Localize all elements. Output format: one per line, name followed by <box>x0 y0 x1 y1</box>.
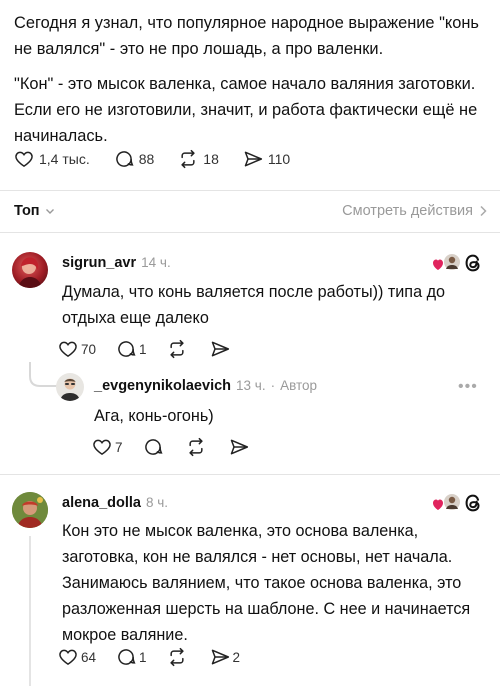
like-button[interactable]: 7 <box>92 437 123 457</box>
heart-icon <box>93 439 111 455</box>
like-count: 7 <box>115 439 123 455</box>
divider <box>0 232 500 233</box>
repost-icon <box>169 647 184 667</box>
repost-button[interactable]: 18 <box>178 149 219 169</box>
share-count: 2 <box>232 649 241 665</box>
comment-text: Кон это не мысок валенка, это основа вал… <box>62 522 471 644</box>
reply-button[interactable]: 1 <box>116 647 147 667</box>
reply-text: Ага, конь-огонь) <box>94 407 214 425</box>
reply-count: 1 <box>139 341 147 357</box>
liked-by-author-icon <box>433 254 460 270</box>
liked-by-author-icon <box>433 494 460 510</box>
post-paragraph-2: "Кон" - это мысок валенка, самое начало … <box>14 75 478 145</box>
sort-bar: Топ Смотреть действия <box>14 203 488 219</box>
like-button[interactable]: 1,4 тыс. <box>14 149 90 169</box>
comment-icon <box>115 151 134 167</box>
more-options-icon[interactable]: ••• <box>458 378 478 396</box>
sort-label: Топ <box>14 203 40 219</box>
avatar[interactable] <box>56 373 84 401</box>
heart-icon <box>59 341 77 357</box>
like-button[interactable]: 70 <box>58 339 96 359</box>
username[interactable]: alena_dolla <box>62 495 141 511</box>
comment-actions: 70 1 <box>58 339 253 359</box>
send-icon <box>211 341 229 357</box>
like-count: 64 <box>81 649 97 665</box>
repost-icon <box>169 339 184 359</box>
reply-button[interactable]: 1 <box>116 339 147 359</box>
comment-header: alena_dolla 8 ч. <box>62 495 168 511</box>
comment-text: Думала, что конь валяется после работы))… <box>62 283 446 327</box>
comment-button[interactable]: 88 <box>114 149 155 169</box>
share-button[interactable]: 2 <box>210 647 241 667</box>
comment-badges <box>432 252 484 274</box>
like-count: 70 <box>81 341 97 357</box>
comment-count: 88 <box>138 151 155 167</box>
threads-logo-icon[interactable] <box>462 252 484 274</box>
repost-button[interactable] <box>167 647 190 667</box>
send-icon <box>211 649 229 665</box>
chevron-down-icon <box>45 209 54 214</box>
thread-line <box>29 536 31 686</box>
comment-icon <box>118 649 136 665</box>
author-tag: Автор <box>280 378 318 393</box>
repost-icon <box>181 149 195 169</box>
username[interactable]: _evgenynikolaevich <box>94 378 231 394</box>
timestamp: 14 ч. <box>141 255 171 270</box>
reply-count: 1 <box>139 649 147 665</box>
chevron-right-icon <box>480 205 487 217</box>
avatar[interactable] <box>12 252 48 288</box>
repost-icon <box>188 437 203 457</box>
view-activity-link[interactable]: Смотреть действия <box>342 203 488 219</box>
sort-dropdown[interactable]: Топ <box>14 203 55 219</box>
reply-header: _evgenynikolaevich 13 ч. · Автор <box>94 378 317 394</box>
heart-icon <box>59 649 77 665</box>
comment-icon <box>118 341 136 357</box>
send-icon <box>230 439 248 455</box>
post-body: Сегодня я узнал, что популярное народное… <box>14 10 490 158</box>
separator-dot: · <box>270 378 276 393</box>
heart-icon <box>15 151 33 167</box>
like-button[interactable]: 64 <box>58 647 96 667</box>
divider <box>0 190 500 191</box>
username[interactable]: sigrun_avr <box>62 255 136 271</box>
post-paragraph-1: Сегодня я узнал, что популярное народное… <box>14 14 479 58</box>
avatar[interactable] <box>12 492 48 528</box>
timestamp: 8 ч. <box>145 495 169 510</box>
comment-icon <box>144 439 163 455</box>
repost-button[interactable] <box>167 339 190 359</box>
share-count: 110 <box>267 151 291 167</box>
share-button[interactable]: 110 <box>243 149 290 169</box>
repost-button[interactable] <box>186 437 209 457</box>
comment-actions: 64 1 2 <box>58 647 260 667</box>
divider <box>0 474 500 475</box>
reply-actions: 7 <box>92 437 272 457</box>
reply-button[interactable] <box>143 437 166 457</box>
timestamp: 13 ч. <box>236 378 266 393</box>
comment-badges <box>432 492 484 514</box>
comment-header: sigrun_avr 14 ч. <box>62 255 171 271</box>
like-count: 1,4 тыс. <box>39 151 90 167</box>
post-stats: 1,4 тыс. 88 18 110 <box>14 149 314 169</box>
repost-count: 18 <box>203 151 219 167</box>
send-icon <box>244 151 262 167</box>
share-button[interactable] <box>229 437 252 457</box>
view-activity-label: Смотреть действия <box>342 203 473 219</box>
share-button[interactable] <box>210 339 233 359</box>
threads-logo-icon[interactable] <box>462 492 484 514</box>
